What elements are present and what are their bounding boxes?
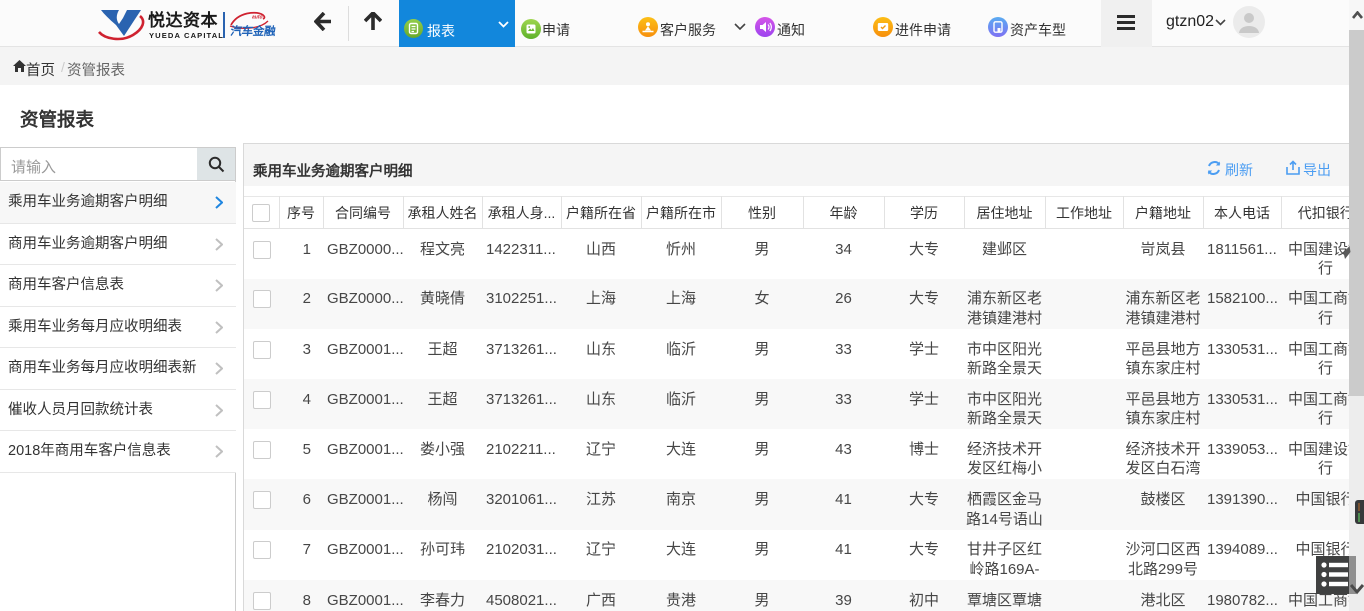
svg-text:YUEDA CAPITAL: YUEDA CAPITAL (149, 31, 224, 40)
svg-text:auto: auto (252, 15, 263, 21)
svg-text:汽车金融: 汽车金融 (230, 24, 277, 38)
svg-text:悦达资本: 悦达资本 (148, 10, 218, 30)
